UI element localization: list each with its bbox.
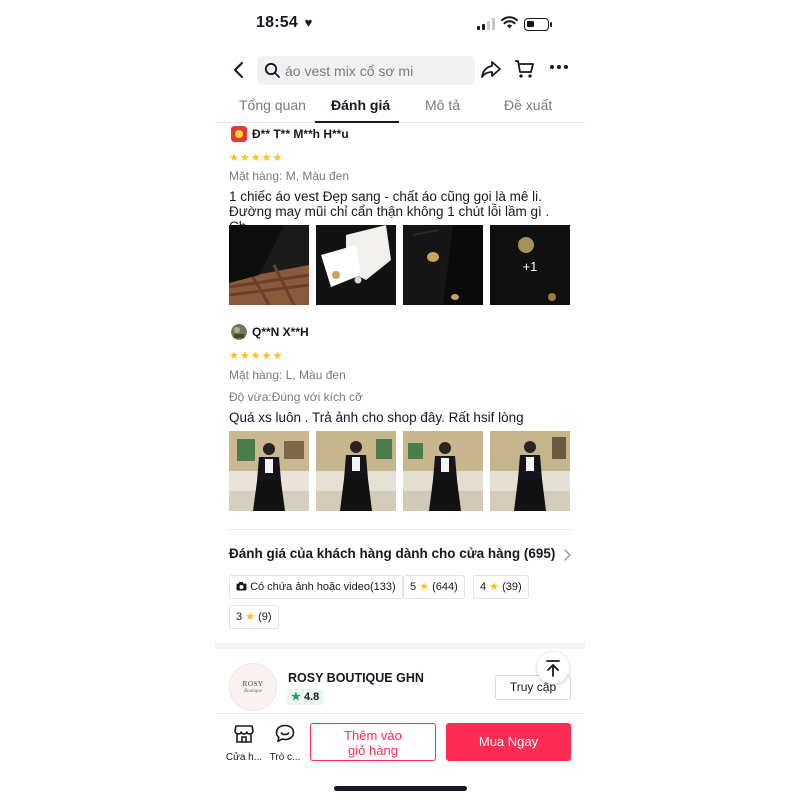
bottom-action-bar: Cửa h... Trò c... Thêm vào giỏ hàng Mua … bbox=[215, 713, 585, 775]
search-input[interactable]: áo vest mix cổ sơ mi bbox=[257, 56, 475, 85]
home-indicator[interactable] bbox=[334, 786, 467, 791]
section-separator bbox=[215, 643, 585, 649]
tab-overview[interactable]: Tổng quan bbox=[239, 97, 306, 113]
chip-count: (9) bbox=[258, 611, 272, 623]
chat-label: Trò c... bbox=[269, 752, 301, 763]
review-photo[interactable] bbox=[316, 225, 396, 305]
star-icon: ★ bbox=[291, 691, 301, 703]
tab-recommended[interactable]: Đề xuất bbox=[504, 97, 552, 113]
filter-chip-media[interactable]: Có chứa ảnh hoặc video(133) bbox=[229, 575, 403, 599]
heart-icon: ♥ bbox=[304, 15, 313, 30]
chip-value: 4 bbox=[480, 581, 487, 593]
more-icon[interactable] bbox=[549, 63, 569, 71]
store-button[interactable]: Cửa h... bbox=[224, 724, 264, 763]
review-photo[interactable] bbox=[316, 431, 396, 511]
star-icon: ★ bbox=[245, 611, 256, 623]
filter-chip-3-star[interactable]: 3 ★ (9) bbox=[229, 605, 279, 629]
shop-logo-subtext: Boutique bbox=[243, 689, 263, 694]
scroll-to-top-button[interactable] bbox=[537, 652, 569, 684]
filter-chip-4-star[interactable]: 4 ★ (39) bbox=[473, 575, 529, 599]
tab-active-indicator bbox=[315, 121, 399, 123]
wifi-icon bbox=[501, 16, 518, 29]
filter-chip-5-star[interactable]: 5 ★ (644) bbox=[403, 575, 465, 599]
chip-count: (39) bbox=[502, 581, 522, 593]
review-item: Đ** T** M**h H**u ★★★★★ Mặt hàng: M, Màu… bbox=[229, 126, 571, 306]
fit-info: Độ vừa:Đúng với kích cỡ bbox=[229, 390, 363, 404]
reviewer: Q**N X**H bbox=[229, 324, 571, 342]
reviewer: Đ** T** M**h H**u bbox=[229, 126, 571, 144]
chip-value: 5 bbox=[410, 581, 417, 593]
variant-info: Mặt hàng: L, Màu đen bbox=[229, 368, 346, 382]
arrow-up-icon bbox=[546, 660, 560, 677]
store-label: Cửa h... bbox=[225, 752, 263, 763]
search-icon bbox=[264, 62, 280, 78]
chat-button[interactable]: Trò c... bbox=[265, 724, 305, 763]
cellular-signal-icon bbox=[477, 18, 495, 30]
tab-bar: Tổng quan Đánh giá Mô tả Đề xuất bbox=[215, 92, 585, 123]
status-bar: 18:54 ♥ bbox=[215, 12, 585, 38]
back-icon[interactable] bbox=[231, 60, 247, 80]
time-text: 18:54 bbox=[256, 14, 298, 31]
shop-logo[interactable]: ROSY Boutique bbox=[229, 663, 277, 711]
rating-stars: ★★★★★ bbox=[229, 350, 284, 362]
tab-description[interactable]: Mô tả bbox=[425, 97, 460, 113]
add-to-cart-label-line1: Thêm vào bbox=[344, 728, 402, 743]
store-icon bbox=[234, 725, 254, 743]
review-item: Q**N X**H ★★★★★ Mặt hàng: L, Màu đen Độ … bbox=[229, 324, 571, 514]
review-photo[interactable] bbox=[403, 225, 483, 305]
reviewer-name: Đ** T** M**h H**u bbox=[252, 127, 349, 141]
camera-icon bbox=[236, 582, 247, 591]
star-icon: ★ bbox=[419, 581, 430, 593]
review-photo[interactable] bbox=[229, 225, 309, 305]
store-reviews-title[interactable]: Đánh giá của khách hàng dành cho cửa hàn… bbox=[229, 546, 555, 561]
battery-icon bbox=[524, 18, 552, 31]
chat-icon bbox=[275, 724, 295, 743]
avatar bbox=[231, 126, 247, 142]
rating-stars: ★★★★★ bbox=[229, 152, 284, 164]
top-bar: áo vest mix cổ sơ mi bbox=[215, 54, 585, 86]
more-photos-count: +1 bbox=[522, 259, 538, 274]
variant-info: Mặt hàng: M, Màu đen bbox=[229, 169, 350, 183]
chip-count: (644) bbox=[432, 581, 458, 593]
tab-reviews[interactable]: Đánh giá bbox=[331, 97, 390, 113]
shop-name[interactable]: ROSY BOUTIQUE GHN bbox=[288, 671, 424, 685]
buy-now-button[interactable]: Mua Ngay bbox=[446, 723, 571, 761]
search-placeholder: áo vest mix cổ sơ mi bbox=[285, 63, 414, 79]
review-photo[interactable] bbox=[490, 431, 570, 511]
shop-rating-value: 4.8 bbox=[303, 691, 320, 703]
chip-value: 3 bbox=[236, 611, 243, 623]
avatar bbox=[231, 324, 247, 340]
share-icon[interactable] bbox=[480, 58, 502, 80]
chevron-right-icon[interactable] bbox=[563, 549, 571, 561]
review-text-line1: Quá xs luôn . Trả ảnh cho shop đây. Rất … bbox=[229, 410, 524, 425]
add-to-cart-button[interactable]: Thêm vào giỏ hàng bbox=[310, 723, 436, 761]
review-photo[interactable] bbox=[229, 431, 309, 511]
star-icon: ★ bbox=[489, 581, 500, 593]
status-time: 18:54 ♥ bbox=[256, 14, 313, 32]
phone-screen: 18:54 ♥ áo vest mix cổ sơ mi Tổng quan Đ… bbox=[215, 0, 585, 800]
divider bbox=[229, 529, 571, 530]
chip-label: Có chứa ảnh hoặc video(133) bbox=[250, 581, 396, 593]
review-text-line1: 1 chiếc áo vest Đẹp sang - chất áo cũng … bbox=[229, 189, 542, 204]
review-photo[interactable] bbox=[403, 431, 483, 511]
shop-rating-badge: ★ 4.8 bbox=[287, 689, 324, 705]
cart-icon[interactable] bbox=[513, 58, 535, 80]
add-to-cart-label-line2: giỏ hàng bbox=[348, 743, 398, 758]
reviewer-name: Q**N X**H bbox=[252, 325, 309, 339]
review-photo-more[interactable]: +1 bbox=[490, 225, 570, 305]
shop-logo-text: ROSY bbox=[242, 680, 264, 688]
